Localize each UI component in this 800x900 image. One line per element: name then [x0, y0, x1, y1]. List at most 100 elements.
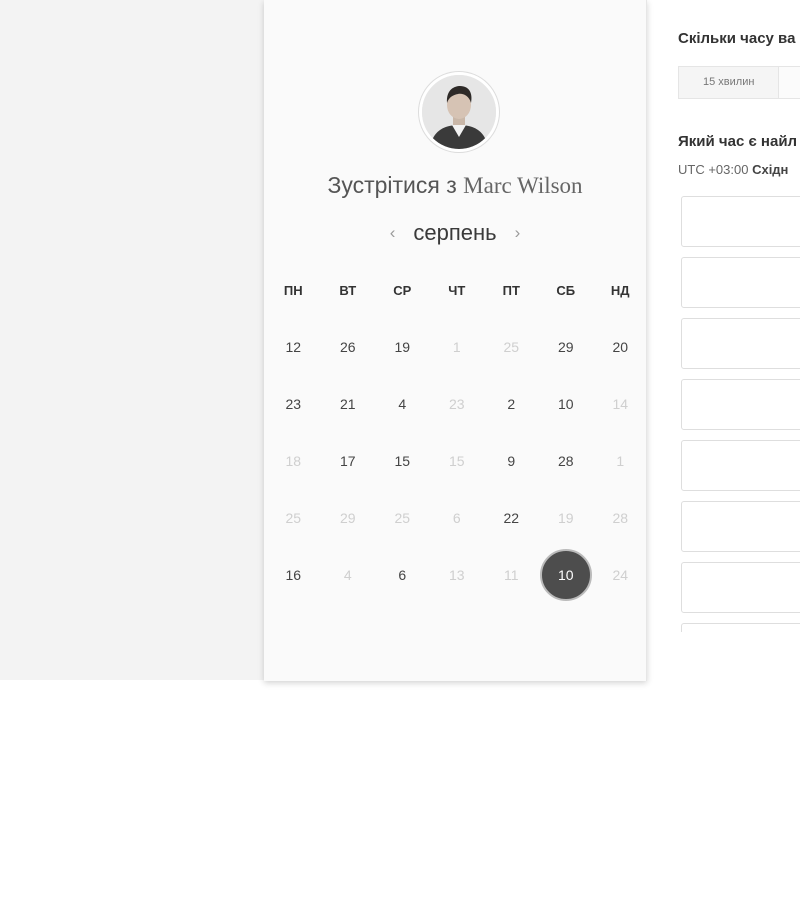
- calendar-day[interactable]: 9: [484, 432, 539, 489]
- calendar-day[interactable]: 28: [539, 432, 594, 489]
- calendar-day[interactable]: 29: [539, 318, 594, 375]
- calendar-day: 29: [321, 489, 376, 546]
- scheduler-card: Зустрітися з Marc Wilson ‹ серпень › ПН ВТ…: [264, 0, 647, 681]
- host-name: Marc Wilson: [463, 173, 583, 198]
- weekday-header: ПН ВТ СР ЧТ ПТ СБ НД: [266, 283, 648, 298]
- calendar-day: 25: [484, 318, 539, 375]
- calendar-day-number: 20: [612, 338, 629, 355]
- calendar-day[interactable]: 6: [375, 546, 430, 603]
- calendar-day[interactable]: 4: [375, 375, 430, 432]
- calendar-day-number: 25: [394, 509, 411, 526]
- prev-month-icon[interactable]: ‹: [372, 223, 414, 243]
- calendar-day[interactable]: 19: [375, 318, 430, 375]
- duration-question: Скільки часу ва: [678, 30, 796, 47]
- calendar-day: 25: [375, 489, 430, 546]
- time-slot[interactable]: [681, 562, 800, 613]
- calendar-day-number: 6: [452, 509, 461, 526]
- time-slot[interactable]: [681, 318, 800, 369]
- calendar-day-number: 28: [612, 509, 629, 526]
- calendar-day: 6: [430, 489, 485, 546]
- calendar-day-number: 12: [285, 338, 302, 355]
- calendar-day[interactable]: 2: [484, 375, 539, 432]
- calendar-day-number: 19: [394, 338, 411, 355]
- calendar-day-selected[interactable]: 10: [539, 546, 594, 603]
- next-month-icon[interactable]: ›: [497, 223, 539, 243]
- calendar-day[interactable]: 12: [266, 318, 321, 375]
- timezone-label: UTC +03:00 Східн: [678, 162, 788, 177]
- calendar-week-row: 12 26 19 1 25 29 20: [266, 318, 648, 375]
- booking-panel: Скільки часу ва 15 хвилин Який час є най…: [647, 0, 800, 900]
- calendar-day-number: 14: [612, 395, 629, 412]
- calendar-day-number: 10: [539, 548, 592, 601]
- calendar-day[interactable]: 17: [321, 432, 376, 489]
- timezone-offset: UTC +03:00: [678, 162, 749, 177]
- calendar-day: 11: [484, 546, 539, 603]
- meeting-title: Зустрітися з Marc Wilson: [264, 172, 646, 199]
- calendar-day-number: 16: [285, 566, 302, 583]
- calendar-week-row: 25 29 25 6 22 19 28: [266, 489, 648, 546]
- calendar-day[interactable]: 23: [266, 375, 321, 432]
- weekday-label: ЧТ: [448, 283, 466, 298]
- calendar-day-number: 28: [557, 452, 574, 469]
- time-slot-list[interactable]: [681, 196, 800, 632]
- page-background: [0, 0, 264, 680]
- calendar-day-number: 23: [285, 395, 302, 412]
- calendar-day-number: 10: [557, 395, 574, 412]
- weekday-label: ВТ: [339, 283, 357, 298]
- time-slot[interactable]: [681, 257, 800, 308]
- calendar-day: 19: [539, 489, 594, 546]
- calendar-day: 4: [321, 546, 376, 603]
- time-slot[interactable]: [681, 440, 800, 491]
- calendar-day[interactable]: 26: [321, 318, 376, 375]
- host-avatar: [419, 72, 499, 152]
- calendar-day-number: 4: [398, 395, 407, 412]
- calendar-day-number: 29: [557, 338, 574, 355]
- calendar-day[interactable]: 15: [375, 432, 430, 489]
- weekday-label: СР: [393, 283, 412, 298]
- calendar-day-number: 21: [339, 395, 356, 412]
- timezone-name: Східн: [752, 162, 789, 177]
- weekday-label: НД: [610, 283, 630, 298]
- calendar-day-number: 13: [448, 566, 465, 583]
- calendar-day-number: 22: [503, 509, 520, 526]
- duration-option-next[interactable]: [779, 66, 800, 99]
- calendar-week-row: 16 4 6 13 11 10 24: [266, 546, 648, 603]
- calendar-day-number: 25: [503, 338, 520, 355]
- calendar-day-number: 2: [507, 395, 516, 412]
- duration-option-15[interactable]: 15 хвилин: [678, 66, 780, 99]
- calendar-day[interactable]: 21: [321, 375, 376, 432]
- calendar-day-number: 24: [612, 566, 629, 583]
- calendar-day: 13: [430, 546, 485, 603]
- calendar-day-number: 4: [343, 566, 352, 583]
- calendar-day[interactable]: 22: [484, 489, 539, 546]
- calendar-day-number: 15: [448, 452, 465, 469]
- calendar-day-number: 6: [398, 566, 407, 583]
- calendar-day-number: 26: [339, 338, 356, 355]
- time-question: Який час є найл: [678, 133, 798, 150]
- weekday-label: ПТ: [502, 283, 520, 298]
- calendar-day-number: 1: [452, 338, 461, 355]
- time-slot[interactable]: [681, 196, 800, 247]
- calendar-day: 15: [430, 432, 485, 489]
- calendar-day[interactable]: 16: [266, 546, 321, 603]
- calendar-day: 18: [266, 432, 321, 489]
- calendar-day-number: 19: [557, 509, 574, 526]
- calendar-day: 23: [430, 375, 485, 432]
- calendar-day: 1: [593, 432, 648, 489]
- calendar-week-row: 23 21 4 23 2 10 14: [266, 375, 648, 432]
- calendar-day-number: 23: [448, 395, 465, 412]
- weekday-label: СБ: [556, 283, 576, 298]
- calendar-day-number: 9: [507, 452, 516, 469]
- time-slot[interactable]: [681, 623, 800, 632]
- calendar-day-number: 18: [285, 452, 302, 469]
- calendar-day[interactable]: 20: [593, 318, 648, 375]
- time-slot[interactable]: [681, 501, 800, 552]
- calendar-day: 1: [430, 318, 485, 375]
- calendar-week-row: 18 17 15 15 9 28 1: [266, 432, 648, 489]
- calendar-day-number: 11: [503, 566, 519, 583]
- duration-options: 15 хвилин: [678, 66, 800, 99]
- month-navigation: ‹ серпень ›: [264, 220, 646, 246]
- calendar-day[interactable]: 10: [539, 375, 594, 432]
- time-slot[interactable]: [681, 379, 800, 430]
- month-label: серпень: [413, 220, 497, 245]
